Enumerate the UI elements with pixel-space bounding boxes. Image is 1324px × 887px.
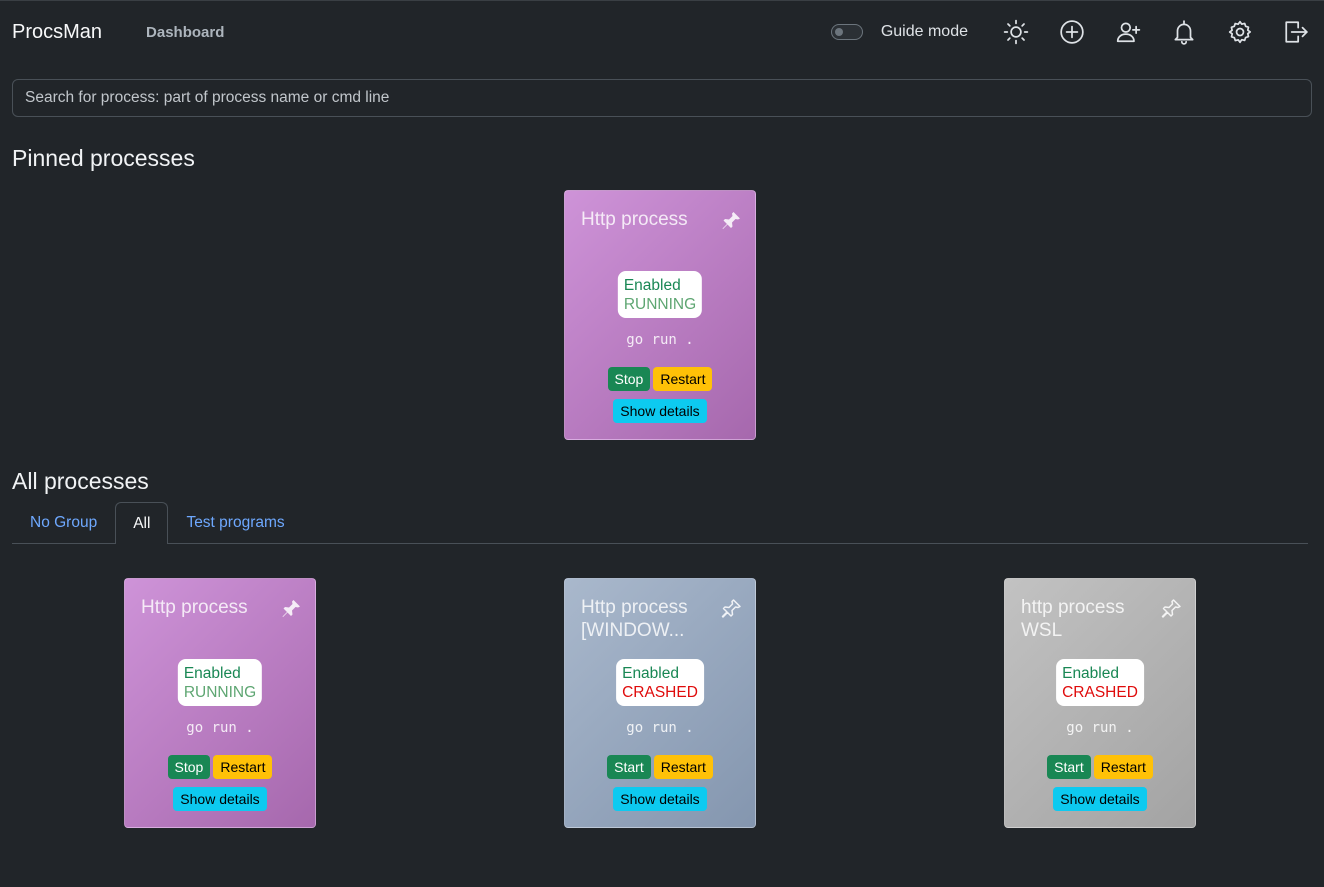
show-details-button[interactable]: Show details — [613, 399, 707, 423]
tab-no-group[interactable]: No Group — [12, 502, 115, 543]
command-line: go run . — [626, 332, 694, 348]
command-line: go run . — [186, 720, 254, 736]
nav-link-dashboard[interactable]: Dashboard — [146, 24, 224, 41]
stop-button[interactable]: Stop — [607, 367, 651, 391]
status-badge: Enabled CRASHED — [616, 659, 704, 706]
search-container — [0, 79, 1324, 117]
card-title: http process WSL — [1021, 597, 1125, 641]
card-title: Http process — [141, 597, 248, 618]
add-circle-icon[interactable] — [1044, 12, 1100, 52]
pin-outline-icon[interactable] — [1159, 597, 1183, 621]
gear-icon[interactable] — [1212, 12, 1268, 52]
guide-mode-toggle[interactable] — [830, 24, 863, 40]
group-tabs: No Group All Test programs — [12, 502, 1308, 544]
status-badge: Enabled CRASHED — [1056, 659, 1144, 706]
restart-button[interactable]: Restart — [1093, 755, 1153, 779]
enabled-status: Enabled — [622, 665, 679, 682]
pinned-title: Pinned processes — [12, 145, 195, 171]
status-badge: Enabled RUNNING — [177, 659, 263, 706]
card-title: Http process [WINDOW... — [581, 597, 688, 641]
start-button[interactable]: Start — [1047, 755, 1091, 779]
restart-button[interactable]: Restart — [653, 755, 713, 779]
restart-button[interactable]: Restart — [653, 367, 713, 391]
enabled-status: Enabled — [623, 277, 681, 294]
pin-filled-icon[interactable] — [719, 209, 743, 233]
show-details-button[interactable]: Show details — [613, 787, 707, 811]
show-details-button[interactable]: Show details — [173, 787, 267, 811]
process-card: Http process Enabled RUNNING go run . St… — [564, 190, 756, 440]
card-actions: Stop Restart — [565, 367, 755, 391]
show-details-button[interactable]: Show details — [1053, 787, 1147, 811]
all-processes-title: All processes — [12, 468, 149, 494]
bell-icon[interactable] — [1156, 12, 1212, 52]
command-line: go run . — [626, 720, 694, 736]
card-actions: Start Restart — [1005, 755, 1195, 779]
restart-button[interactable]: Restart — [213, 755, 273, 779]
start-button[interactable]: Start — [607, 755, 651, 779]
status-badge: Enabled RUNNING — [617, 271, 703, 318]
card-title: Http process — [581, 209, 688, 230]
process-card: Http process [WINDOW... Enabled CRASHED … — [564, 578, 756, 828]
navbar-actions: Guide mode — [830, 1, 1324, 63]
enabled-status: Enabled — [183, 665, 241, 682]
run-state: RUNNING — [183, 684, 257, 701]
pin-outline-icon[interactable] — [719, 597, 743, 621]
run-state: CRASHED — [622, 684, 698, 701]
stop-button[interactable]: Stop — [167, 755, 211, 779]
enabled-status: Enabled — [1062, 665, 1119, 682]
process-card: Http process Enabled RUNNING go run . St… — [124, 578, 316, 828]
sun-icon[interactable] — [988, 12, 1044, 52]
search-input[interactable] — [12, 79, 1312, 117]
tab-test-programs[interactable]: Test programs — [168, 502, 302, 543]
card-actions: Start Restart — [565, 755, 755, 779]
process-card: http process WSL Enabled CRASHED go run … — [1004, 578, 1196, 828]
brand[interactable]: ProcsMan — [12, 21, 102, 44]
pinned-row: Http process Enabled RUNNING go run . St… — [0, 190, 1324, 442]
all-processes-row: Http process Enabled RUNNING go run . St… — [0, 544, 1324, 844]
run-state: CRASHED — [1062, 684, 1138, 701]
tab-all[interactable]: All — [115, 502, 169, 544]
navbar: ProcsMan Dashboard Guide mode — [0, 1, 1324, 63]
run-state: RUNNING — [623, 296, 697, 313]
command-line: go run . — [1066, 720, 1134, 736]
pin-filled-icon[interactable] — [279, 597, 303, 621]
logout-icon[interactable] — [1268, 12, 1324, 52]
guide-mode-label: Guide mode — [880, 23, 968, 40]
card-actions: Stop Restart — [125, 755, 315, 779]
add-user-icon[interactable] — [1100, 12, 1156, 52]
